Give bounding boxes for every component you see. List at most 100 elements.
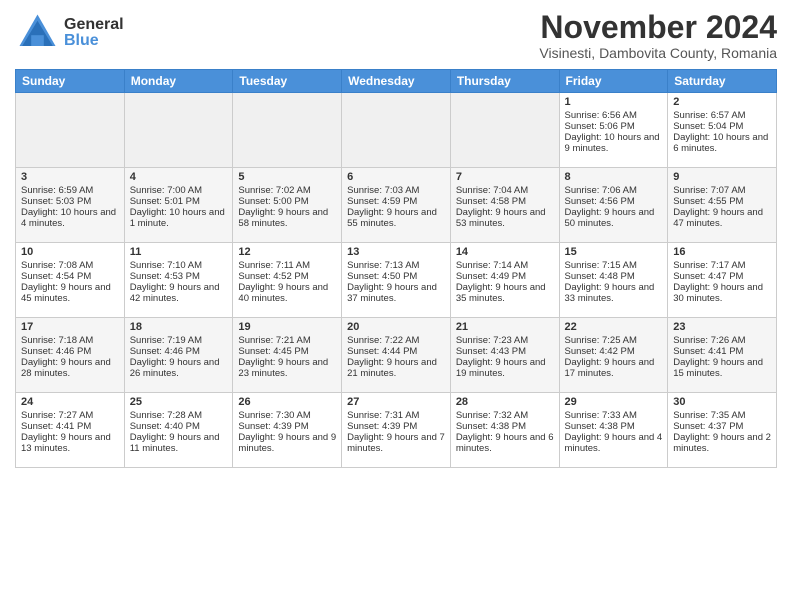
calendar-cell: 12Sunrise: 7:11 AMSunset: 4:52 PMDayligh… — [233, 243, 342, 318]
calendar-cell: 30Sunrise: 7:35 AMSunset: 4:37 PMDayligh… — [668, 393, 777, 468]
day-number: 23 — [673, 321, 771, 333]
calendar-cell: 3Sunrise: 6:59 AMSunset: 5:03 PMDaylight… — [16, 168, 125, 243]
calendar-header-wednesday: Wednesday — [342, 70, 451, 93]
sunset-text: Sunset: 5:01 PM — [130, 196, 228, 207]
sunset-text: Sunset: 5:04 PM — [673, 121, 771, 132]
page: General Blue November 2024 Visinesti, Da… — [0, 0, 792, 612]
sunrise-text: Sunrise: 6:56 AM — [565, 110, 663, 121]
sunset-text: Sunset: 4:53 PM — [130, 271, 228, 282]
calendar-cell: 9Sunrise: 7:07 AMSunset: 4:55 PMDaylight… — [668, 168, 777, 243]
sunset-text: Sunset: 4:38 PM — [565, 421, 663, 432]
day-number: 24 — [21, 396, 119, 408]
daylight-text: Daylight: 9 hours and 19 minutes. — [456, 357, 554, 379]
daylight-text: Daylight: 9 hours and 23 minutes. — [238, 357, 336, 379]
sunrise-text: Sunrise: 7:18 AM — [21, 335, 119, 346]
sunset-text: Sunset: 4:40 PM — [130, 421, 228, 432]
calendar-week-row: 17Sunrise: 7:18 AMSunset: 4:46 PMDayligh… — [16, 318, 777, 393]
daylight-text: Daylight: 9 hours and 7 minutes. — [347, 432, 445, 454]
day-number: 8 — [565, 171, 663, 183]
sunset-text: Sunset: 4:39 PM — [238, 421, 336, 432]
sunrise-text: Sunrise: 7:17 AM — [673, 260, 771, 271]
day-number: 9 — [673, 171, 771, 183]
calendar-header-saturday: Saturday — [668, 70, 777, 93]
sunrise-text: Sunrise: 7:30 AM — [238, 410, 336, 421]
day-number: 2 — [673, 96, 771, 108]
daylight-text: Daylight: 9 hours and 2 minutes. — [673, 432, 771, 454]
sunrise-text: Sunrise: 7:11 AM — [238, 260, 336, 271]
day-number: 10 — [21, 246, 119, 258]
calendar-week-row: 10Sunrise: 7:08 AMSunset: 4:54 PMDayligh… — [16, 243, 777, 318]
daylight-text: Daylight: 9 hours and 6 minutes. — [456, 432, 554, 454]
sunset-text: Sunset: 5:06 PM — [565, 121, 663, 132]
calendar-cell: 20Sunrise: 7:22 AMSunset: 4:44 PMDayligh… — [342, 318, 451, 393]
calendar-cell — [342, 93, 451, 168]
sunset-text: Sunset: 4:58 PM — [456, 196, 554, 207]
calendar-cell: 16Sunrise: 7:17 AMSunset: 4:47 PMDayligh… — [668, 243, 777, 318]
sunrise-text: Sunrise: 7:21 AM — [238, 335, 336, 346]
calendar-cell — [124, 93, 233, 168]
sunrise-text: Sunrise: 7:07 AM — [673, 185, 771, 196]
sunset-text: Sunset: 4:52 PM — [238, 271, 336, 282]
sunrise-text: Sunrise: 7:15 AM — [565, 260, 663, 271]
calendar-cell: 25Sunrise: 7:28 AMSunset: 4:40 PMDayligh… — [124, 393, 233, 468]
daylight-text: Daylight: 9 hours and 55 minutes. — [347, 207, 445, 229]
calendar-cell: 2 Sunrise: 6:57 AMSunset: 5:04 PMDaylight… — [668, 93, 777, 168]
calendar-cell: 28Sunrise: 7:32 AMSunset: 4:38 PMDayligh… — [450, 393, 559, 468]
sunrise-text: Sunrise: 7:19 AM — [130, 335, 228, 346]
sunset-text: Sunset: 4:56 PM — [565, 196, 663, 207]
calendar-cell: 15Sunrise: 7:15 AMSunset: 4:48 PMDayligh… — [559, 243, 668, 318]
daylight-text: Daylight: 9 hours and 47 minutes. — [673, 207, 771, 229]
daylight-text: Daylight: 10 hours and 6 minutes. — [673, 132, 771, 154]
calendar-cell: 29Sunrise: 7:33 AMSunset: 4:38 PMDayligh… — [559, 393, 668, 468]
daylight-text: Daylight: 9 hours and 17 minutes. — [565, 357, 663, 379]
calendar: SundayMondayTuesdayWednesdayThursdayFrid… — [15, 69, 777, 468]
calendar-header-sunday: Sunday — [16, 70, 125, 93]
daylight-text: Daylight: 9 hours and 40 minutes. — [238, 282, 336, 304]
sunset-text: Sunset: 4:42 PM — [565, 346, 663, 357]
sunrise-text: Sunrise: 7:28 AM — [130, 410, 228, 421]
sunrise-text: Sunrise: 7:08 AM — [21, 260, 119, 271]
sunset-text: Sunset: 4:50 PM — [347, 271, 445, 282]
calendar-cell: 23 Sunrise: 7:26 AMSunset: 4:41 PMDayligh… — [668, 318, 777, 393]
daylight-text: Daylight: 9 hours and 4 minutes. — [565, 432, 663, 454]
calendar-cell — [233, 93, 342, 168]
title-section: November 2024 Visinesti, Dambovita Count… — [539, 10, 777, 61]
day-number: 26 — [238, 396, 336, 408]
sunset-text: Sunset: 5:03 PM — [21, 196, 119, 207]
calendar-cell: 17Sunrise: 7:18 AMSunset: 4:46 PMDayligh… — [16, 318, 125, 393]
calendar-cell: 8Sunrise: 7:06 AMSunset: 4:56 PMDaylight… — [559, 168, 668, 243]
logo-blue-text: Blue — [64, 33, 124, 49]
sunset-text: Sunset: 4:41 PM — [673, 346, 771, 357]
calendar-header-monday: Monday — [124, 70, 233, 93]
day-number: 16 — [673, 246, 771, 258]
daylight-text: Daylight: 10 hours and 1 minute. — [130, 207, 228, 229]
day-number: 7 — [456, 171, 554, 183]
sunrise-text: Sunrise: 7:26 AM — [673, 335, 771, 346]
sunrise-text: Sunrise: 7:27 AM — [21, 410, 119, 421]
daylight-text: Daylight: 9 hours and 28 minutes. — [21, 357, 119, 379]
daylight-text: Daylight: 9 hours and 26 minutes. — [130, 357, 228, 379]
sunset-text: Sunset: 4:41 PM — [21, 421, 119, 432]
day-number: 4 — [130, 171, 228, 183]
sunset-text: Sunset: 4:47 PM — [673, 271, 771, 282]
daylight-text: Daylight: 9 hours and 15 minutes. — [673, 357, 771, 379]
calendar-cell: 11Sunrise: 7:10 AMSunset: 4:53 PMDayligh… — [124, 243, 233, 318]
calendar-cell: 6Sunrise: 7:03 AMSunset: 4:59 PMDaylight… — [342, 168, 451, 243]
day-number: 27 — [347, 396, 445, 408]
sunrise-text: Sunrise: 6:57 AM — [673, 110, 771, 121]
daylight-text: Daylight: 9 hours and 11 minutes. — [130, 432, 228, 454]
calendar-cell: 22 Sunrise: 7:25 AMSunset: 4:42 PMDayligh… — [559, 318, 668, 393]
day-number: 5 — [238, 171, 336, 183]
sunrise-text: Sunrise: 7:25 AM — [565, 335, 663, 346]
day-number: 21 — [456, 321, 554, 333]
sunset-text: Sunset: 4:59 PM — [347, 196, 445, 207]
calendar-cell: 24Sunrise: 7:27 AMSunset: 4:41 PMDayligh… — [16, 393, 125, 468]
day-number: 13 — [347, 246, 445, 258]
day-number: 19 — [238, 321, 336, 333]
calendar-cell: 1Sunrise: 6:56 AMSunset: 5:06 PMDaylight… — [559, 93, 668, 168]
day-number: 22 — [565, 321, 663, 333]
daylight-text: Daylight: 9 hours and 37 minutes. — [347, 282, 445, 304]
calendar-cell: 18Sunrise: 7:19 AMSunset: 4:46 PMDayligh… — [124, 318, 233, 393]
calendar-cell: 10Sunrise: 7:08 AMSunset: 4:54 PMDayligh… — [16, 243, 125, 318]
calendar-week-row: 3Sunrise: 6:59 AMSunset: 5:03 PMDaylight… — [16, 168, 777, 243]
